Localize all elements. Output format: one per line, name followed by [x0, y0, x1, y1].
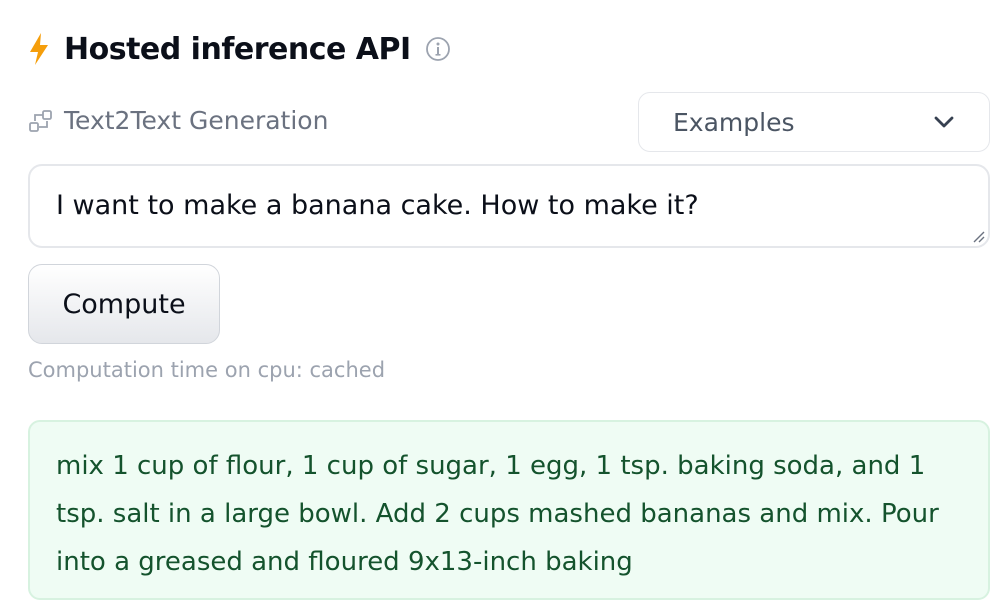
examples-dropdown-label: Examples: [673, 107, 795, 137]
widget-title: Hosted inference API: [64, 31, 411, 67]
compute-button[interactable]: Compute: [28, 264, 220, 344]
computation-status: Computation time on cpu: cached: [28, 358, 386, 382]
task-type-label: Text2Text Generation: [64, 106, 329, 135]
task-type-icon: [29, 109, 52, 132]
task-label: Text2Text Generation: [28, 106, 328, 135]
output-box: mix 1 cup of flour, 1 cup of sugar, 1 eg…: [28, 420, 990, 600]
lightning-bolt-icon: [30, 33, 48, 65]
info-icon[interactable]: [425, 36, 451, 62]
text-input-value: I want to make a banana cake. How to mak…: [56, 190, 699, 221]
output-text: mix 1 cup of flour, 1 cup of sugar, 1 eg…: [56, 451, 939, 577]
text-input[interactable]: I want to make a banana cake. How to mak…: [28, 164, 990, 248]
chevron-down-icon: [934, 116, 954, 128]
task-row: Text2Text Generation Examples: [28, 92, 990, 152]
examples-dropdown[interactable]: Examples: [638, 92, 990, 152]
resize-handle-icon[interactable]: [970, 228, 986, 244]
widget-header: Hosted inference API: [28, 28, 451, 70]
